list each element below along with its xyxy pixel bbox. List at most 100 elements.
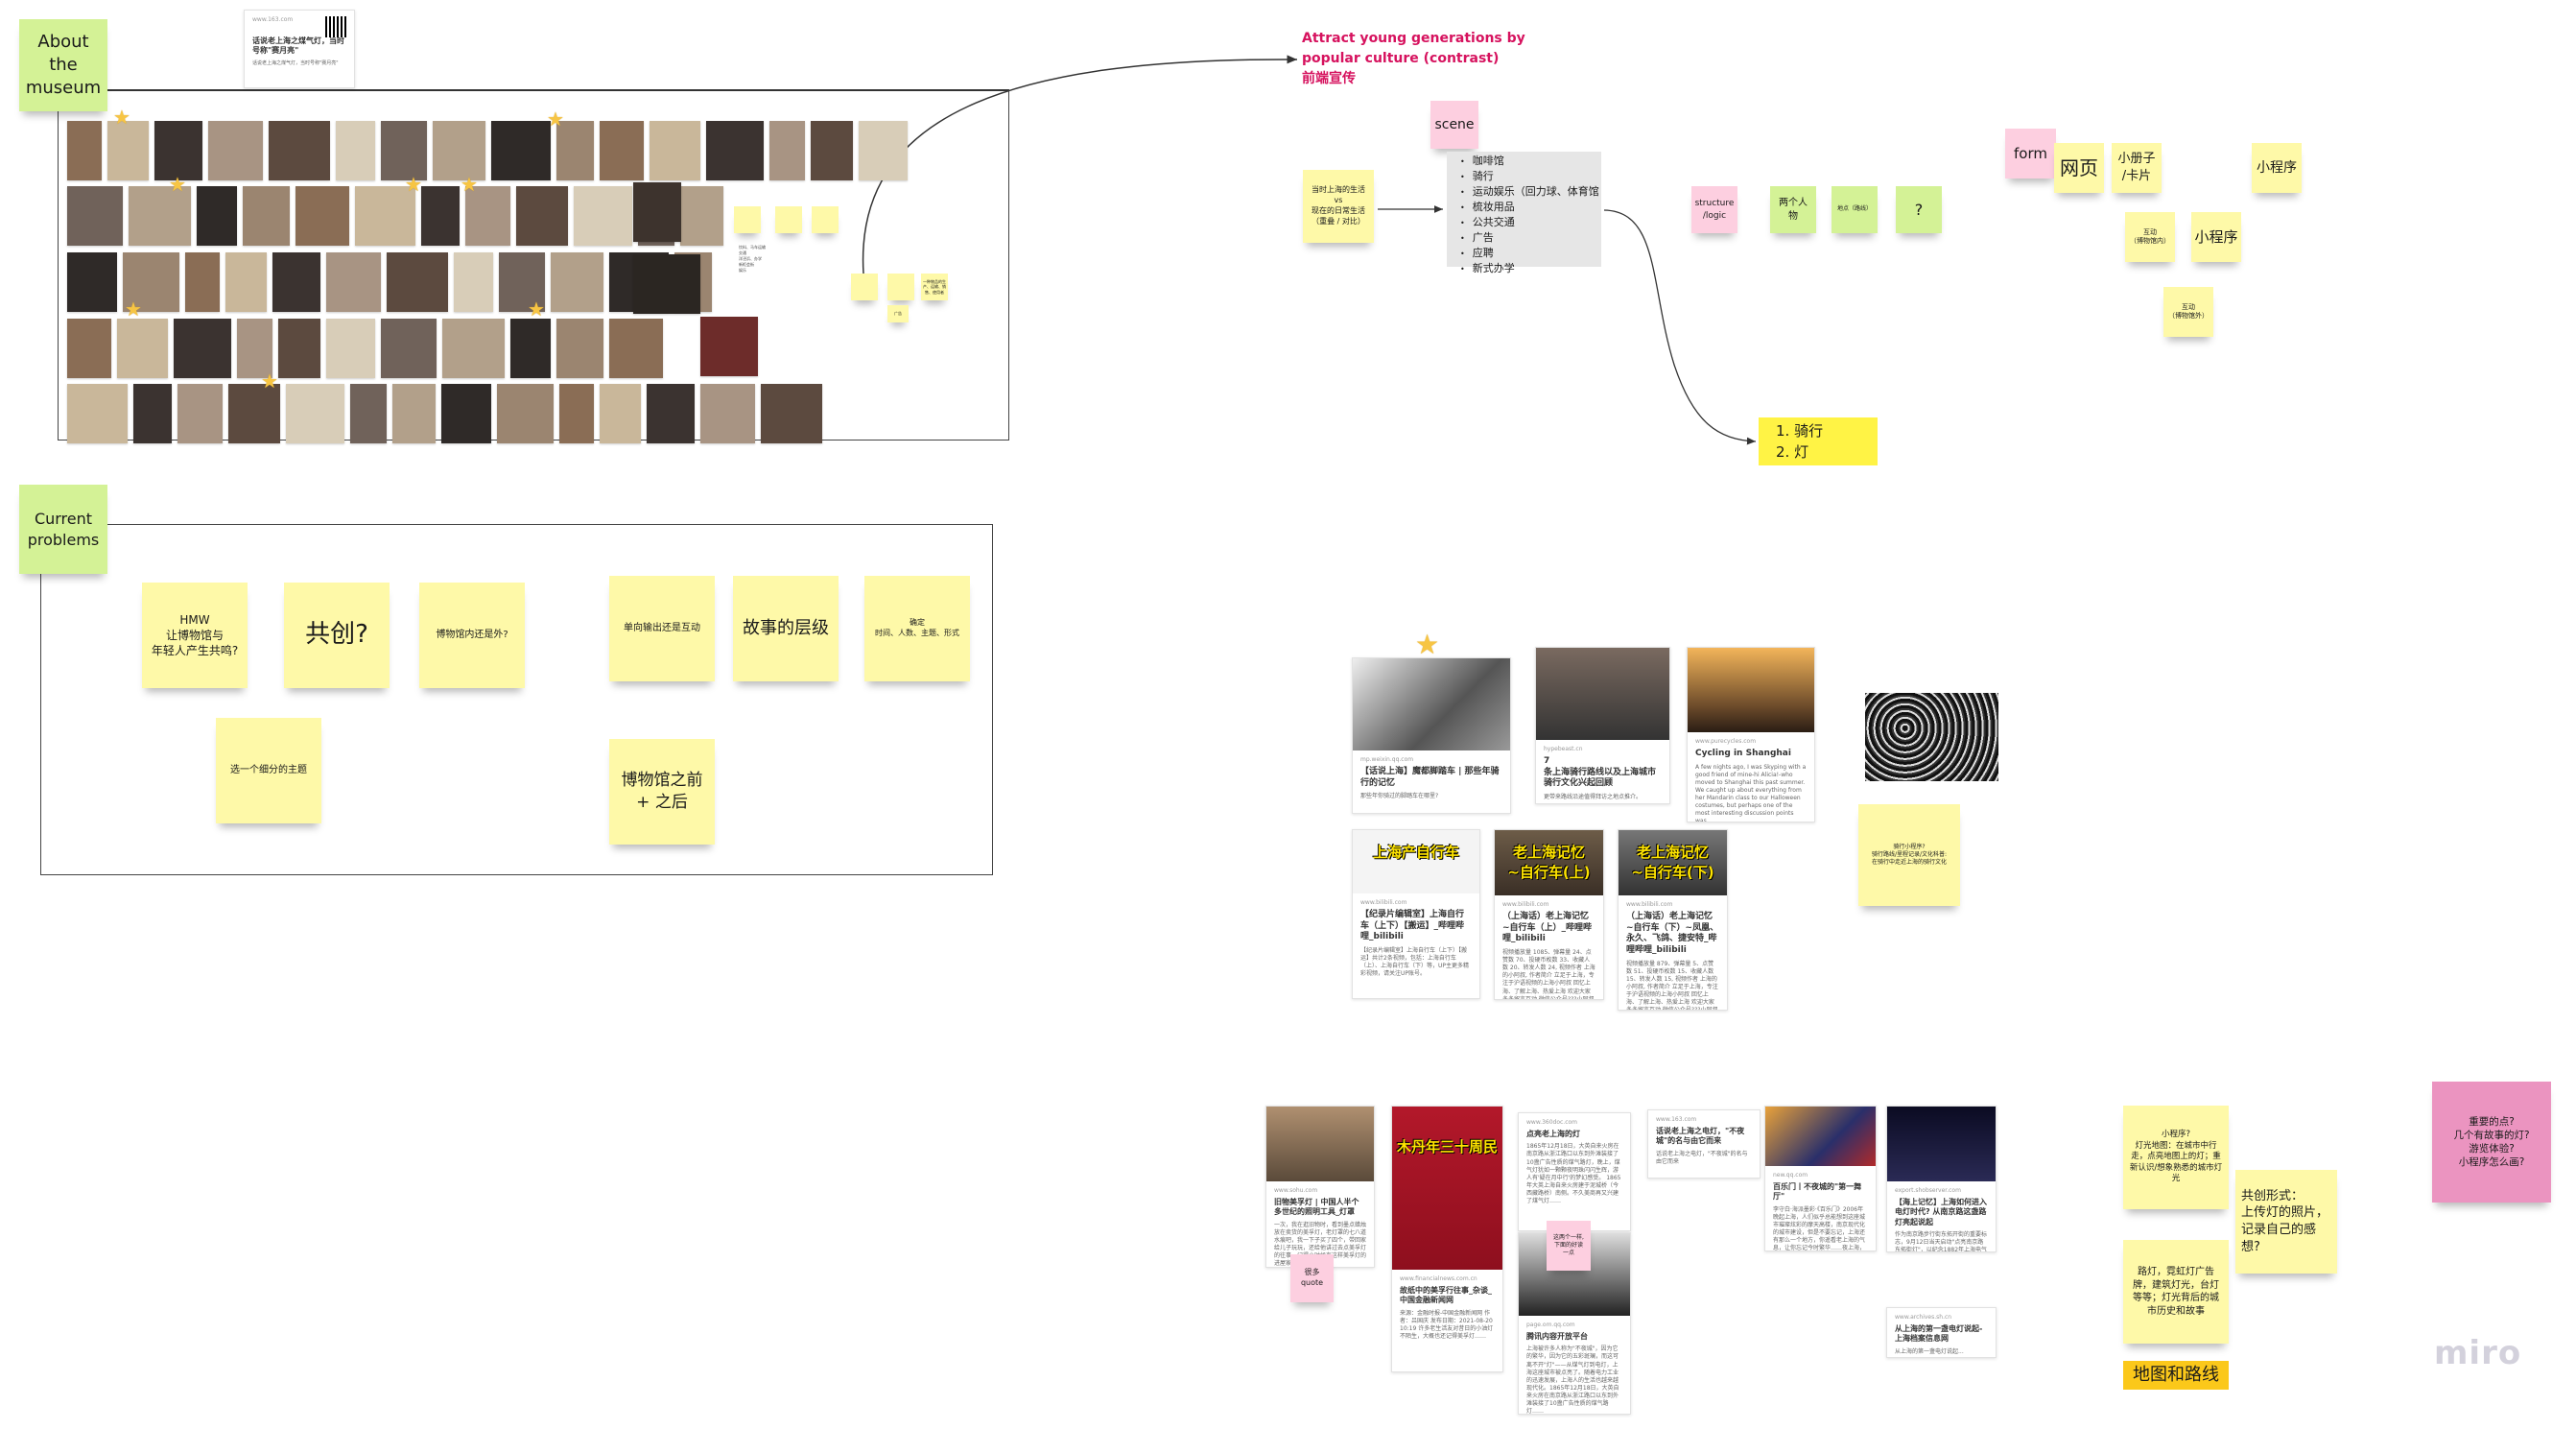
museum-photo[interactable]	[441, 384, 491, 443]
museum-photo[interactable]	[326, 252, 381, 312]
result-highlight-box[interactable]: 1. 骑行 2. 灯	[1759, 417, 1878, 465]
problem-note[interactable]: 选一个细分的主题	[216, 718, 321, 823]
museum-photo[interactable]	[556, 319, 603, 378]
form-option-note[interactable]: 网页	[2054, 143, 2104, 193]
museum-photo[interactable]	[650, 121, 700, 180]
museum-photo[interactable]	[174, 319, 231, 378]
compare-sticky[interactable]: 这两个一样, 下面的好读一点	[1547, 1221, 1591, 1271]
form-option-note[interactable]: 小程序	[2252, 143, 2302, 193]
mini-sticky-note[interactable]	[887, 274, 914, 300]
link-card[interactable]: 老上海记忆 ~自行车(上) www.bilibili.com （上海话）老上海记忆~…	[1494, 829, 1604, 1000]
link-card[interactable]: 老上海记忆 ~自行车(下) www.bilibili.com （上海话）老上海记忆~…	[1618, 829, 1728, 1011]
museum-photo[interactable]	[442, 319, 505, 378]
mini-sticky-note[interactable]	[775, 206, 802, 233]
link-card[interactable]: 上海产自行车 www.bilibili.com 【纪录片编辑室】上海自行车（上下）【…	[1352, 829, 1480, 999]
form-option-note[interactable]: 小程序	[2191, 212, 2241, 262]
form-option-note[interactable]: 互动 （博物馆外）	[2163, 287, 2213, 337]
museum-photo[interactable]	[491, 121, 551, 180]
museum-photo[interactable]	[350, 384, 387, 443]
mini-sticky-note[interactable]	[812, 206, 839, 233]
museum-photo[interactable]	[387, 252, 448, 312]
crowd-photo[interactable]	[1865, 693, 1998, 781]
museum-photo[interactable]	[811, 121, 853, 180]
museum-photo[interactable]	[680, 186, 723, 246]
museum-photo[interactable]	[600, 384, 641, 443]
museum-photo[interactable]	[433, 121, 485, 180]
link-card[interactable]: hypebeast.cn 7 条上海骑行路线以及上海城市骑行文化兴起回顾 更带来路线…	[1535, 647, 1670, 804]
museum-photo[interactable]	[225, 252, 267, 312]
cycling-idea-note[interactable]: 骑行小程序? 骑行路线/里程记录/文化科普: 在骑行中走近上海的骑行文化	[1858, 804, 1960, 906]
museum-photo[interactable]	[177, 384, 223, 443]
museum-photo[interactable]	[510, 319, 551, 378]
museum-photo[interactable]	[326, 319, 375, 378]
link-card[interactable]: export.shobserver.com 【海上记忆】上海如何进入电灯时代? 从…	[1886, 1106, 1997, 1252]
link-card[interactable]: www.archives.sh.cn 从上海的第一盏电灯说起-上海档案信息网 从上海…	[1886, 1307, 1997, 1358]
problem-note[interactable]: 共创?	[284, 583, 390, 688]
key-questions-note[interactable]: 重要的点? 几个有故事的灯? 游览体验? 小程序怎么画?	[2432, 1082, 2551, 1203]
lights-idea-note[interactable]: 路灯，霓虹灯广告牌，建筑灯光，台灯等等；灯光背后的城市历史和故事	[2123, 1240, 2229, 1344]
museum-photo[interactable]	[67, 319, 111, 378]
structure-logic-note[interactable]: structure /logic	[1691, 186, 1737, 233]
link-card[interactable]: 木丹年三十周民 www.financialnews.com.cn 故纸中的美孚行往事…	[1391, 1106, 1503, 1372]
mini-sticky-note[interactable]: 一种物品的生产、运输、销售、使用者	[921, 274, 948, 300]
link-card[interactable]: www.360doc.com 点亮老上海的灯 1865年12月18日，大英自来火房在…	[1518, 1112, 1631, 1231]
link-card[interactable]: new.qq.com 百乐门丨不夜城的"第一舞厅" 李守白·海派墨彩·《百乐门》20…	[1764, 1106, 1877, 1251]
museum-photo[interactable]	[647, 384, 695, 443]
compare-life-note[interactable]: 当时上海的生活 vs 现在的日常生活 （重叠 / 对比）	[1303, 170, 1374, 243]
quote-sticky[interactable]: 很多quote	[1290, 1254, 1334, 1302]
museum-photo[interactable]	[286, 384, 344, 443]
museum-photo[interactable]	[117, 319, 168, 378]
cocreate-idea-note[interactable]: 共创形式： 上传灯的照片，记录自己的感想?	[2235, 1170, 2337, 1274]
museum-photo[interactable]	[609, 319, 663, 378]
museum-photo[interactable]	[761, 384, 822, 443]
museum-photo[interactable]	[516, 186, 568, 246]
museum-photo[interactable]	[706, 121, 764, 180]
museum-photo[interactable]	[559, 384, 594, 443]
problem-note[interactable]: 确定 时间、人数、主题、形式	[864, 576, 970, 681]
scene-note[interactable]: scene	[1430, 101, 1478, 149]
museum-photo[interactable]	[633, 254, 700, 314]
form-note[interactable]: form	[2005, 129, 2056, 179]
museum-photo[interactable]	[269, 121, 330, 180]
museum-photo[interactable]	[336, 121, 375, 180]
museum-photo[interactable]	[67, 121, 102, 180]
museum-link-card[interactable]: www.163.com 话说老上海之煤气灯，当时号称"赛月亮" 话说老上海之煤气…	[244, 10, 355, 88]
museum-photo[interactable]	[208, 121, 263, 180]
mini-sticky-note[interactable]: 广告	[887, 305, 909, 322]
map-route-highlight[interactable]: 地图和路线	[2123, 1361, 2229, 1390]
museum-photo[interactable]	[600, 121, 644, 180]
mini-sticky-note[interactable]	[851, 274, 878, 300]
location-note[interactable]: 地点（路线）	[1832, 186, 1878, 233]
link-card[interactable]: mp.weixin.qq.com 【话说上海】魔都脚踏车 | 那些年骑行的记忆 那些…	[1352, 657, 1511, 814]
current-problems-note[interactable]: Current problems	[19, 485, 107, 574]
museum-photo[interactable]	[381, 121, 427, 180]
museum-photo[interactable]	[185, 252, 220, 312]
link-card[interactable]: www.163.com 话说老上海之电灯，"不夜城"的名与由它而来 话说老上海之电灯…	[1647, 1109, 1761, 1179]
museum-photo[interactable]	[154, 121, 202, 180]
museum-photo[interactable]	[454, 252, 493, 312]
link-card[interactable]: www.purecycles.com Cycling in Shanghai A f…	[1687, 647, 1815, 822]
museum-photo[interactable]	[700, 317, 758, 376]
museum-photo[interactable]	[859, 121, 908, 180]
two-people-note[interactable]: 两个人物	[1770, 186, 1816, 233]
mini-sticky-note[interactable]	[734, 206, 761, 233]
museum-photo[interactable]	[551, 252, 603, 312]
problem-note[interactable]: HMW 让博物馆与 年轻人产生共鸣?	[142, 583, 248, 688]
scene-list[interactable]: 咖啡馆骑行运动娱乐（回力球、体育馆梳妆用品公共交通广告应聘新式办学	[1447, 152, 1601, 274]
museum-photo[interactable]	[243, 186, 290, 246]
museum-photo[interactable]	[392, 384, 436, 443]
museum-photo[interactable]	[421, 186, 460, 246]
problem-note[interactable]: 博物馆之前 + 之后	[609, 739, 715, 845]
question-note[interactable]: ?	[1896, 186, 1942, 233]
museum-photo[interactable]	[67, 252, 117, 312]
museum-photo[interactable]	[107, 121, 149, 180]
museum-photo[interactable]	[67, 186, 123, 246]
problem-note[interactable]: 故事的层级	[733, 576, 839, 681]
mini-program-idea-note[interactable]: 小程序? 灯光地图：在城市中行走，点亮地图上的灯；重新认识/想象熟悉的城市灯光	[2123, 1106, 2229, 1209]
museum-photo[interactable]	[272, 252, 320, 312]
museum-photo[interactable]	[133, 384, 172, 443]
museum-photo[interactable]	[574, 186, 632, 246]
museum-photo[interactable]	[295, 186, 349, 246]
museum-photo[interactable]	[633, 182, 681, 242]
link-card[interactable]: www.sohu.com 旧物美孚灯 | 中国人半个多世纪的照明工具_灯罩 一次，我…	[1265, 1106, 1375, 1268]
